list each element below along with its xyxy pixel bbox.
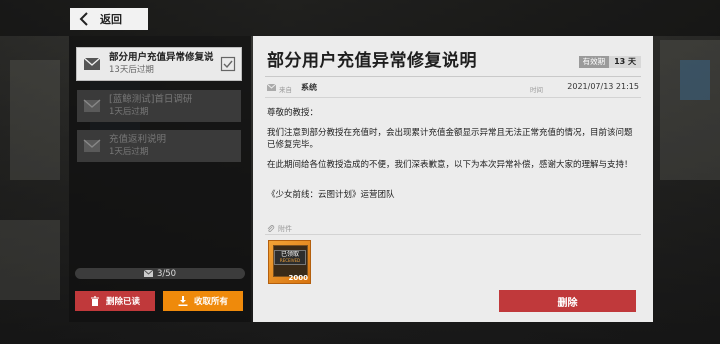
expiry-key: 有效期 (578, 56, 610, 68)
chevron-left-icon (79, 12, 88, 26)
mail-greeting: 尊敬的教授： (267, 108, 319, 118)
mail-body: 尊敬的教授： 我们注意到部分教授在充值时，会出现累计充值金额显示异常且无法正常充… (267, 107, 639, 209)
mail-paragraph: 我们注意到部分教授在充值时，会出现累计充值金额显示异常且无法正常充值的情况，目前… (267, 128, 633, 150)
attachment-item[interactable]: 已领取 RECEIVED 2000 (268, 240, 311, 284)
divider (265, 97, 641, 98)
mail-title: 部分用户充值异常修复说明 (267, 51, 477, 71)
received-tag-text: 已领取 (280, 251, 299, 258)
attachment-label: 附件 (278, 225, 292, 233)
mail-item-title: [蓝鲸测试]首日调研 (109, 94, 193, 105)
paperclip-icon (267, 225, 275, 232)
from-value: 系统 (301, 83, 317, 92)
time-value: 2021/07/13 21:15 (567, 82, 639, 91)
envelope-icon (143, 270, 153, 277)
mail-meta: 来自 系统 时间 2021/07/13 21:15 (267, 82, 639, 94)
mail-item-title: 充值返利说明 (109, 134, 167, 145)
received-tag-sub: RECEIVED (279, 258, 301, 263)
back-button[interactable]: 返回 (70, 8, 148, 30)
envelope-icon (83, 57, 101, 70)
envelope-icon (83, 99, 101, 112)
sender-icon (267, 83, 276, 91)
mail-item-subtitle: 13天后过期 (109, 65, 154, 75)
received-tag: 已领取 RECEIVED (274, 250, 306, 265)
divider (265, 76, 641, 77)
mail-detail-panel: 部分用户充值异常修复说明 有效期 13 天 来自 系统 时间 2021/07/1… (253, 36, 653, 322)
divider (265, 234, 641, 235)
mail-count-text: 3/50 (156, 268, 177, 279)
download-icon (178, 296, 188, 306)
item-quantity: 2000 (288, 274, 308, 282)
mail-item-subtitle: 1天后过期 (109, 147, 149, 157)
mail-paragraph: 在此期间给各位教授造成的不便，我们深表歉意，以下为本次异常补偿，感谢大家的理解与… (267, 160, 633, 170)
expiry-badge: 有效期 13 天 (578, 56, 641, 68)
mail-signature: 《少女前线：云图计划》运营团队 (267, 190, 395, 200)
delete-read-button[interactable]: 删除已读 (75, 291, 155, 311)
back-label: 返回 (100, 13, 122, 26)
from-key: 来自 (279, 86, 292, 94)
envelope-icon (83, 139, 101, 152)
collect-all-label: 收取所有 (193, 297, 228, 307)
check-icon (220, 56, 236, 72)
delete-read-label: 删除已读 (105, 297, 140, 307)
mail-item-subtitle: 1天后过期 (109, 107, 149, 117)
mail-list-panel: 部分用户充值异常修复说 13天后过期 [蓝鲸测试]首日调研 1天后过期 充值返利… (69, 36, 251, 322)
delete-button[interactable]: 删除 (499, 290, 636, 312)
mail-item-title: 部分用户充值异常修复说 (109, 52, 214, 63)
mail-list-item[interactable]: [蓝鲸测试]首日调研 1天后过期 (77, 90, 241, 122)
expiry-value: 13 天 (609, 56, 641, 68)
collect-all-button[interactable]: 收取所有 (163, 291, 243, 311)
mail-list-item[interactable]: 充值返利说明 1天后过期 (77, 130, 241, 162)
attachment-header: 附件 (267, 224, 292, 234)
mail-list-item[interactable]: 部分用户充值异常修复说 13天后过期 (76, 47, 242, 81)
mail-count: 3/50 (75, 268, 245, 279)
trash-icon (90, 296, 99, 306)
time-key: 时间 (530, 86, 543, 94)
